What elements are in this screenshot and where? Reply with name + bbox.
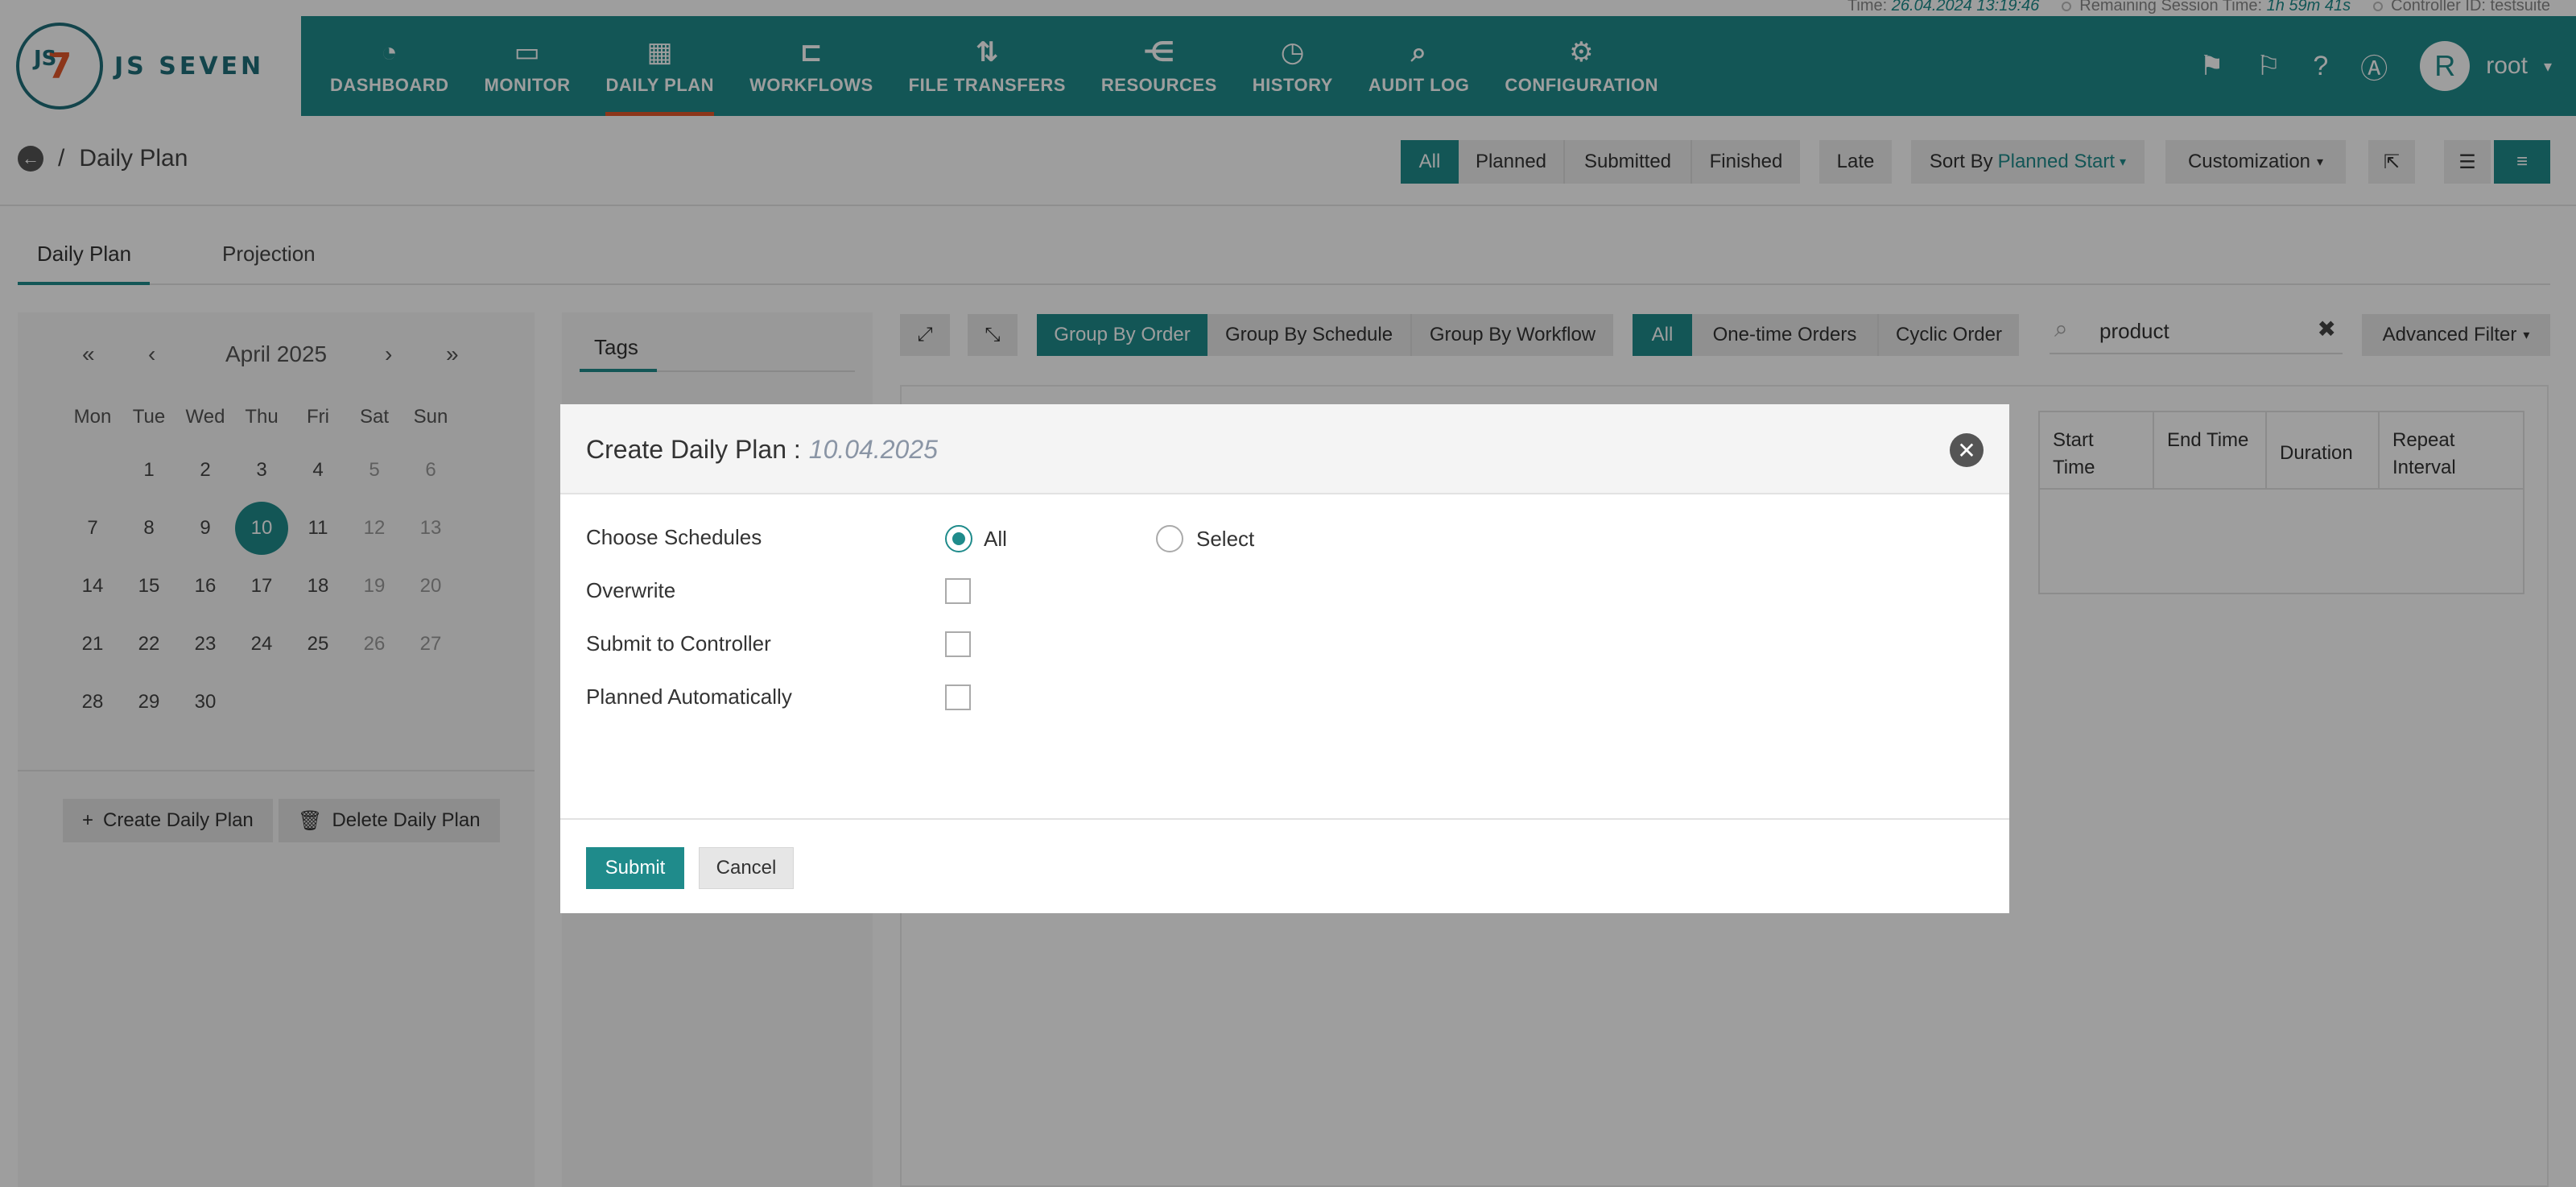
overwrite-label: Overwrite (586, 578, 676, 602)
close-icon[interactable]: ✕ (1950, 433, 1984, 467)
choose-schedules-label: Choose Schedules (586, 525, 762, 549)
radio-select-label[interactable]: Select (1196, 527, 1254, 552)
overwrite-checkbox[interactable] (945, 578, 971, 604)
submit-to-controller-checkbox[interactable] (945, 631, 971, 657)
modal-header: Create Daily Plan :10.04.2025 ✕ (560, 404, 2009, 494)
radio-all[interactable] (945, 525, 972, 552)
modal-date: 10.04.2025 (808, 435, 938, 464)
planned-automatically-checkbox[interactable] (945, 684, 971, 710)
create-daily-plan-modal: Create Daily Plan :10.04.2025 ✕ Choose S… (560, 404, 2009, 913)
modal-footer-divider (560, 818, 2009, 820)
planned-automatically-label: Planned Automatically (586, 684, 792, 709)
modal-title: Create Daily Plan :10.04.2025 (586, 435, 938, 464)
submit-to-controller-label: Submit to Controller (586, 631, 771, 656)
radio-all-label[interactable]: All (984, 527, 1007, 552)
cancel-button[interactable]: Cancel (699, 847, 794, 889)
submit-button[interactable]: Submit (586, 847, 684, 889)
radio-select[interactable] (1156, 525, 1183, 552)
